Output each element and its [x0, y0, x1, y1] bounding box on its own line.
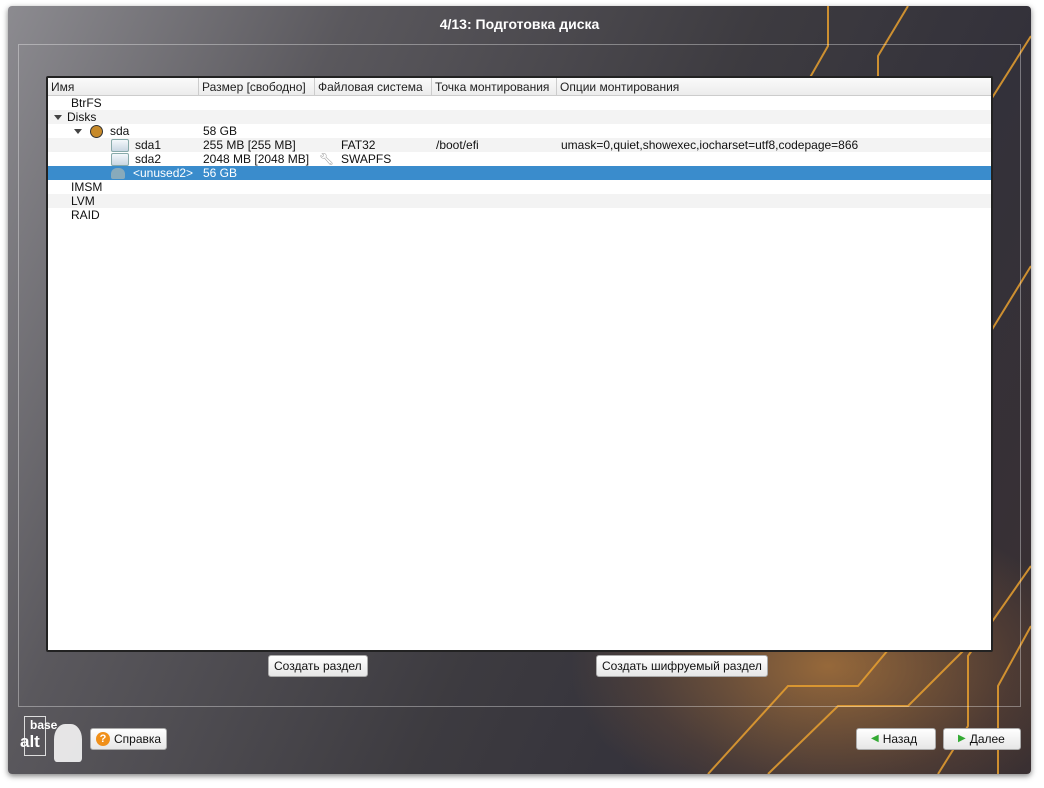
- back-arrow-icon: ◀: [871, 733, 879, 744]
- back-button[interactable]: ◀ Назад: [856, 728, 936, 750]
- tree-row-unused2[interactable]: <unused2> 56 GB: [48, 166, 991, 180]
- row-name: RAID: [71, 208, 100, 222]
- row-name: sda1: [135, 138, 162, 152]
- step-title: 4/13: Подготовка диска: [439, 16, 600, 32]
- wrench-icon: 🔧︎: [319, 152, 335, 166]
- next-label: Далее: [969, 732, 1005, 746]
- help-label: Справка: [114, 732, 162, 746]
- next-button[interactable]: ▶ Далее: [943, 728, 1021, 750]
- row-size: 2048 MB [2048 MB]: [203, 152, 310, 166]
- help-icon: ?: [96, 732, 110, 746]
- create-encrypted-partition-button[interactable]: Создать шифруемый раздел: [596, 655, 768, 677]
- help-button[interactable]: ? Справка: [90, 728, 168, 750]
- row-fs: SWAPFS: [341, 152, 392, 166]
- tree-row-raid[interactable]: RAID: [48, 208, 991, 222]
- tree-row-sda2[interactable]: sda2 2048 MB [2048 MB] 🔧︎ SWAPFS: [48, 152, 991, 166]
- row-name: LVM: [71, 194, 95, 208]
- partition-icon: [111, 152, 129, 166]
- row-size: 58 GB: [203, 124, 238, 138]
- basealt-logo: base alt: [18, 714, 88, 766]
- col-opts[interactable]: Опции монтирования: [557, 78, 991, 95]
- row-fs: FAT32: [341, 138, 376, 152]
- row-name: IMSM: [71, 180, 103, 194]
- row-size: 255 MB [255 MB]: [203, 138, 296, 152]
- next-arrow-icon: ▶: [958, 733, 966, 744]
- harddisk-icon: [90, 124, 103, 138]
- row-name: sda: [110, 124, 130, 138]
- row-mount: /boot/efi: [436, 138, 479, 152]
- col-size[interactable]: Размер [свободно]: [199, 78, 315, 95]
- row-size: 56 GB: [203, 166, 238, 180]
- installer-window: 4/13: Подготовка диска Имя Размер [свобо…: [8, 6, 1031, 774]
- tree-row-btrfs[interactable]: BtrFS: [48, 96, 991, 110]
- row-name: <unused2>: [133, 166, 194, 180]
- row-name: BtrFS: [71, 96, 102, 110]
- create-partition-button[interactable]: Создать раздел: [268, 655, 368, 677]
- expand-arrow-icon[interactable]: [54, 114, 62, 120]
- tree-row-imsm[interactable]: IMSM: [48, 180, 991, 194]
- tree-row-sda1[interactable]: sda1 255 MB [255 MB] FAT32/boot/efi umask=0…: [48, 138, 991, 152]
- back-label: Назад: [882, 732, 918, 746]
- partition-icon: [111, 138, 129, 152]
- row-name: sda2: [135, 152, 162, 166]
- tree-row-disks[interactable]: Disks: [48, 110, 991, 124]
- row-name: Disks: [67, 110, 97, 124]
- col-name[interactable]: Имя: [48, 78, 199, 95]
- free-space-icon: [111, 167, 125, 179]
- col-fs[interactable]: Файловая система: [315, 78, 432, 95]
- partition-tree[interactable]: Имя Размер [свободно] Файловая система Т…: [46, 76, 993, 652]
- tree-row-lvm[interactable]: LVM: [48, 194, 991, 208]
- row-opts: umask=0,quiet,showexec,iocharset=utf8,co…: [561, 138, 859, 152]
- tree-header: Имя Размер [свободно] Файловая система Т…: [48, 78, 991, 96]
- expand-arrow-icon[interactable]: [74, 128, 82, 134]
- tree-row-sda[interactable]: sda 58 GB: [48, 124, 991, 138]
- col-mount[interactable]: Точка монтирования: [432, 78, 557, 95]
